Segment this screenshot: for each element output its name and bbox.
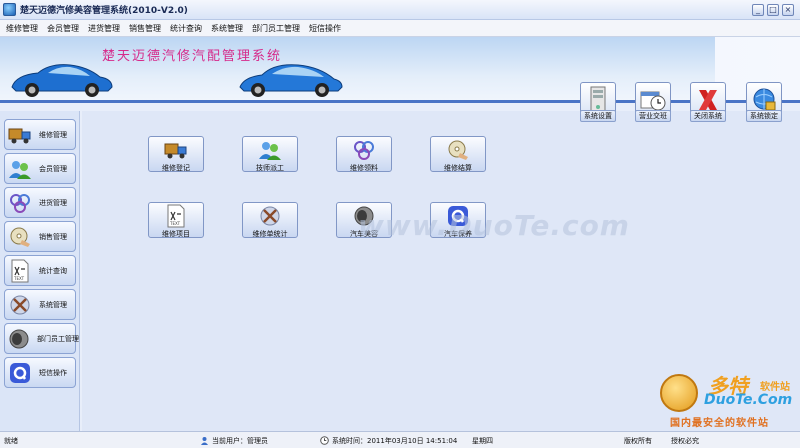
grid-button-label: 维修单统计 (252, 230, 288, 238)
menu-system[interactable]: 系统管理 (211, 23, 243, 34)
logo-url: DuoTe.Com (704, 392, 793, 408)
minimize-button[interactable]: _ (752, 4, 764, 16)
sidebar-item-label: 统计查询 (39, 266, 67, 275)
sidebar: 维修管理 会员管理 进货管理 销售管理 TEXT 统计查询 系统管理 部门员工管… (0, 111, 80, 431)
car-image-right (239, 64, 343, 97)
close-button[interactable]: × (782, 4, 794, 16)
maximize-button[interactable]: □ (767, 4, 779, 16)
tools-icon (7, 293, 33, 317)
tools-icon (243, 203, 297, 227)
truck-icon (149, 137, 203, 161)
cd-hand-icon (431, 137, 485, 161)
people-icon (7, 157, 33, 181)
watermark-text: www.DuoTe.com (358, 209, 630, 242)
grid-button-label: 技师派工 (256, 164, 284, 172)
repair-register-button[interactable]: 维修登记 (148, 136, 204, 172)
grid-button-label: 维修结算 (444, 164, 472, 172)
shift-handover-button[interactable]: 营业交班 (635, 82, 671, 126)
cd-hand-icon (7, 225, 33, 249)
user-icon (200, 436, 209, 447)
sidebar-item-label: 销售管理 (39, 232, 67, 241)
menu-repair[interactable]: 维修管理 (6, 23, 38, 34)
sidebar-item-label: 会员管理 (39, 164, 67, 173)
technician-dispatch-button[interactable]: 技师派工 (242, 136, 298, 172)
sidebar-item-department-staff[interactable]: 部门员工管理 (4, 323, 79, 354)
sidebar-item-sms[interactable]: 短信操作 (4, 357, 76, 388)
sidebar-item-label: 系统管理 (39, 300, 67, 309)
logo-suffix: 软件站 (760, 382, 790, 393)
sidebar-item-statistics[interactable]: TEXT 统计查询 (4, 255, 76, 286)
menu-member[interactable]: 会员管理 (47, 23, 79, 34)
svg-text:TEXT: TEXT (13, 276, 25, 281)
status-bar: 就绪 当前用户：管理员 系统时间：2011年03月10日 14:51:04 星期… (0, 431, 800, 448)
molecule-icon (337, 137, 391, 161)
system-lock-button[interactable]: 系统锁定 (746, 82, 782, 126)
truck-icon (7, 123, 33, 147)
sidebar-item-label: 短信操作 (39, 368, 67, 377)
speaker-icon (7, 327, 31, 351)
car-image-left (11, 64, 113, 97)
menu-department-staff[interactable]: 部门员工管理 (252, 23, 300, 34)
svg-text:TEXT: TEXT (169, 221, 181, 226)
repair-material-button[interactable]: 维修领料 (336, 136, 392, 172)
status-copyright: 版权所有 (624, 437, 652, 445)
grid-button-label: 维修登记 (162, 164, 190, 172)
status-weekday: 星期四 (472, 437, 493, 445)
system-settings-button[interactable]: 系统设置 (580, 82, 616, 126)
menu-sms[interactable]: 短信操作 (309, 23, 341, 34)
sidebar-item-purchase[interactable]: 进货管理 (4, 187, 76, 218)
text-document-icon: TEXT (7, 259, 33, 283)
status-current-user: 当前用户：管理员 (212, 437, 268, 445)
repair-settlement-button[interactable]: 维修结算 (430, 136, 486, 172)
status-authorized: 授权必究 (671, 437, 699, 445)
banner-title: 楚天迈德汽修汽配管理系统 (102, 49, 283, 64)
menu-purchase[interactable]: 进货管理 (88, 23, 120, 34)
mascot-logo (660, 374, 698, 412)
grid-button-label: 维修项目 (162, 230, 190, 238)
menu-statistics[interactable]: 统计查询 (170, 23, 202, 34)
toolbar-label: 系统锁定 (746, 110, 782, 122)
people-icon (243, 137, 297, 161)
banner: 楚天迈德汽修汽配管理系统 (0, 37, 800, 103)
message-icon (7, 361, 33, 385)
toolbar-label: 系统设置 (580, 110, 616, 122)
menu-bar: 维修管理 会员管理 进货管理 销售管理 统计查询 系统管理 部门员工管理 短信操… (0, 20, 800, 37)
repair-order-stats-button[interactable]: 维修单统计 (242, 202, 298, 238)
sidebar-item-system[interactable]: 系统管理 (4, 289, 76, 320)
banner-stripe (0, 100, 800, 103)
sidebar-item-sales[interactable]: 销售管理 (4, 221, 76, 252)
menu-sales[interactable]: 销售管理 (129, 23, 161, 34)
grid-button-label: 维修领料 (350, 164, 378, 172)
repair-items-button[interactable]: TEXT 维修项目 (148, 202, 204, 238)
logo-slogan: 国内最安全的软件站 (670, 418, 769, 429)
window-title: 楚天迈德汽修美容管理系统(2010-V2.0) (20, 6, 188, 16)
molecule-icon (7, 191, 33, 215)
status-ready: 就绪 (4, 437, 18, 445)
toolbar-label: 关闭系统 (690, 110, 726, 122)
sidebar-item-repair[interactable]: 维修管理 (4, 119, 76, 150)
sidebar-item-label: 维修管理 (39, 130, 67, 139)
sidebar-item-label: 部门员工管理 (37, 334, 79, 343)
status-system-time: 系统时间：2011年03月10日 14:51:04 (332, 437, 458, 445)
app-icon (3, 3, 16, 16)
text-document-icon: TEXT (149, 203, 203, 228)
toolbar-label: 营业交班 (635, 110, 671, 122)
title-bar: 楚天迈德汽修美容管理系统(2010-V2.0) _ □ × (0, 0, 800, 20)
close-system-button[interactable]: 关闭系统 (690, 82, 726, 126)
sidebar-item-member[interactable]: 会员管理 (4, 153, 76, 184)
clock-icon (320, 436, 329, 447)
sidebar-item-label: 进货管理 (39, 198, 67, 207)
